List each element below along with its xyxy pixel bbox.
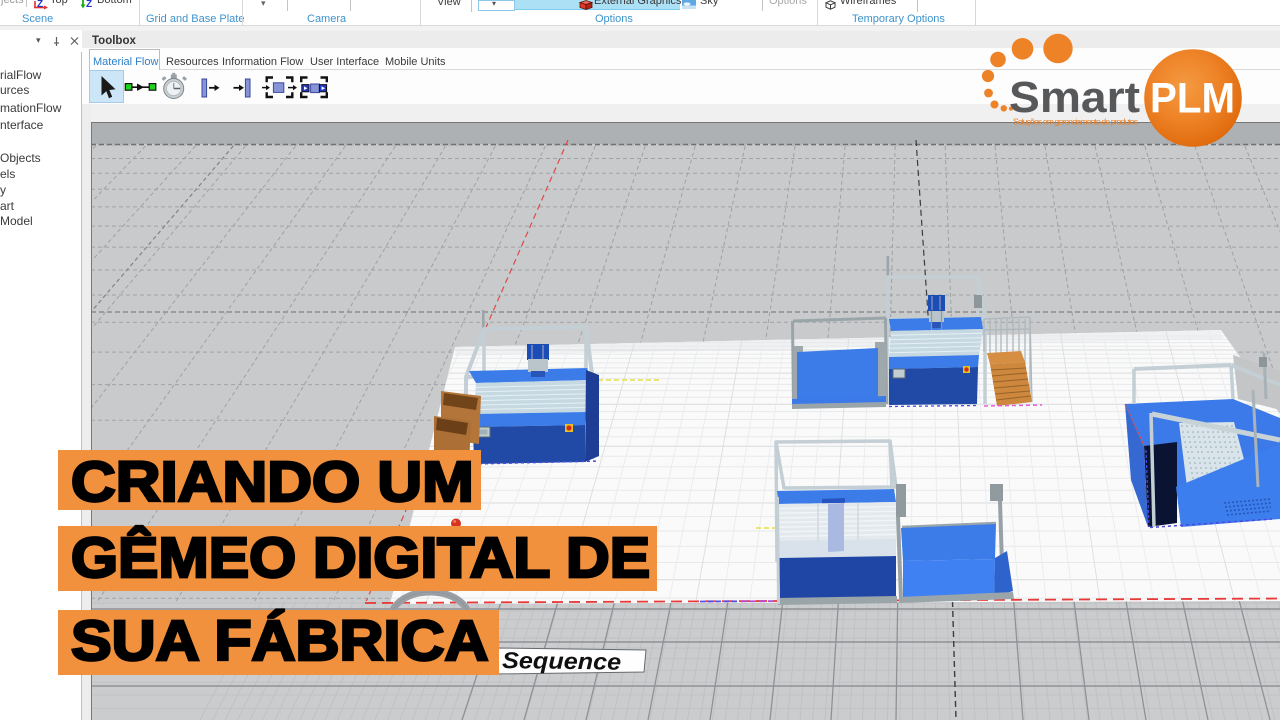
svg-text:Soluções em gerenciamento de p: Soluções em gerenciamento de produtos [1013,117,1138,127]
svg-text:Z: Z [37,0,43,10]
svg-text:PLM: PLM [1150,75,1235,123]
svg-text:Z: Z [86,0,92,10]
svg-text:Smart: Smart [1009,73,1140,122]
